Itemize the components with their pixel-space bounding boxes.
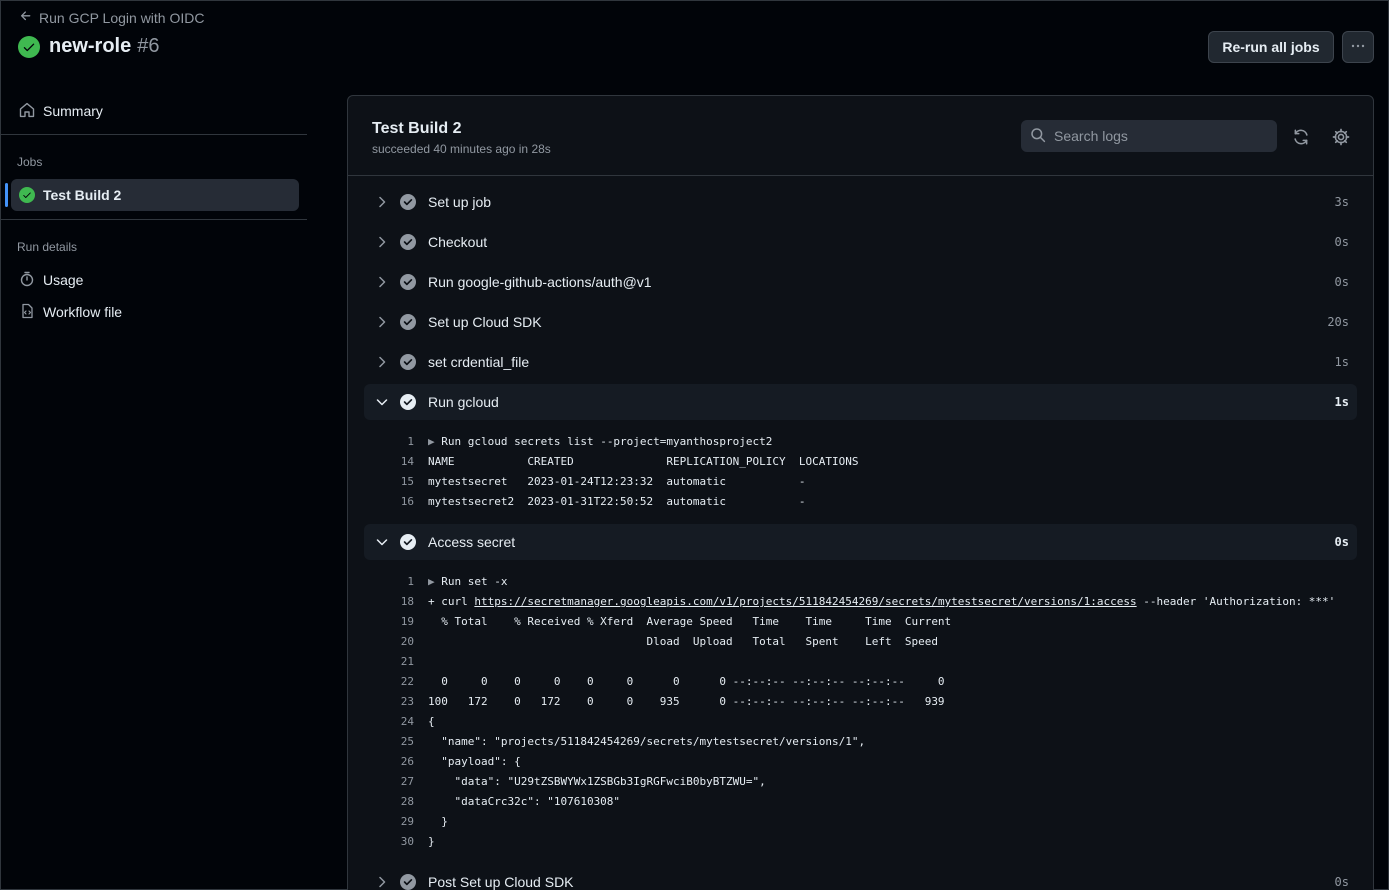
step-set-credential-file[interactable]: set crdential_file 1s	[364, 344, 1357, 380]
log-line: 20 Dload Upload Total Spent Left Speed	[400, 635, 938, 648]
gear-icon[interactable]	[1332, 128, 1350, 146]
step-duration: 1s	[1334, 395, 1349, 409]
chevron-right-icon	[374, 194, 390, 210]
log-line[interactable]: 1 ▶ Run set -x	[364, 572, 1357, 592]
run-number: #6	[137, 35, 160, 57]
sidebar-item-label: Usage	[43, 272, 84, 288]
check-circle-icon	[400, 314, 416, 330]
search-logs-input[interactable]	[1054, 128, 1264, 144]
search-logs-box[interactable]	[1021, 120, 1277, 152]
back-link[interactable]: Run GCP Login with OIDC	[19, 9, 204, 26]
chevron-down-icon	[374, 534, 390, 550]
log-line: 24{	[400, 715, 435, 728]
run-title-row: new-role #6	[18, 35, 160, 58]
run-details-heading: Run details	[17, 240, 78, 254]
log-line: 26 "payload": {	[400, 755, 521, 768]
sidebar-item-label: Summary	[43, 103, 103, 119]
stopwatch-icon	[19, 271, 35, 290]
check-circle-icon	[400, 874, 416, 890]
log-line: 29 }	[400, 815, 448, 828]
step-name: Run gcloud	[428, 394, 499, 410]
run-title: new-role #6	[49, 35, 160, 57]
step-checkout[interactable]: Checkout 0s	[364, 224, 1357, 260]
step-duration: 1s	[1334, 355, 1349, 369]
more-options-button[interactable]	[1342, 31, 1374, 63]
log-line: 25 "name": "projects/511842454269/secret…	[400, 735, 866, 748]
sidebar-item-workflow-file[interactable]: Workflow file	[11, 296, 299, 328]
step-duration: 0s	[1334, 235, 1349, 249]
sidebar-item-usage[interactable]: Usage	[11, 264, 299, 296]
sidebar-divider	[1, 134, 307, 135]
check-circle-icon	[18, 35, 40, 58]
arrow-left-icon	[19, 9, 33, 26]
step-duration: 0s	[1334, 875, 1349, 889]
check-circle-icon	[19, 187, 35, 203]
page-header: Run GCP Login with OIDC new-role #6 Re-ru…	[1, 1, 1389, 81]
step-access-secret[interactable]: Access secret 0s	[364, 524, 1357, 560]
jobs-heading: Jobs	[17, 155, 43, 169]
step-name: Set up Cloud SDK	[428, 314, 542, 330]
check-circle-icon	[400, 274, 416, 290]
check-circle-icon	[400, 534, 416, 550]
triangle-right-icon: ▶	[428, 575, 442, 588]
chevron-right-icon	[374, 874, 390, 890]
kebab-horizontal-icon	[1350, 38, 1366, 57]
search-icon	[1030, 127, 1046, 146]
job-title: Test Build 2	[372, 120, 462, 137]
log-line[interactable]: 1 ▶ Run gcloud secrets list --project=mya…	[364, 432, 1357, 452]
check-circle-icon	[400, 394, 416, 410]
log-line: 22 0 0 0 0 0 0 0 0 --:--:-- --:--:-- --:…	[400, 675, 945, 688]
file-code-icon	[19, 303, 35, 322]
log-line: 28 "dataCrc32c": "107610308"	[400, 795, 621, 808]
step-run-gcloud[interactable]: Run gcloud 1s	[364, 384, 1357, 420]
sidebar-item-summary[interactable]: Summary	[11, 95, 299, 127]
active-indicator	[5, 183, 8, 207]
chevron-right-icon	[374, 354, 390, 370]
rerun-all-jobs-button[interactable]: Re-run all jobs	[1208, 31, 1334, 63]
check-circle-icon	[400, 234, 416, 250]
back-link-label: Run GCP Login with OIDC	[39, 9, 205, 26]
log-line: 21	[400, 655, 414, 668]
log-line: 23 100 172 0 172 0 0 935 0 --:--:-- --:--…	[400, 695, 945, 708]
sidebar-divider	[1, 219, 307, 220]
sidebar-item-label: Test Build 2	[43, 187, 122, 203]
sidebar-item-job[interactable]: Test Build 2	[11, 179, 299, 211]
step-duration: 0s	[1334, 535, 1349, 549]
log-line: 27 "data": "U29tZSBWYWx1ZSBGb3IgRGFwciB0…	[400, 775, 766, 788]
step-name: Run google-github-actions/auth@v1	[428, 274, 652, 290]
job-header: Test Build 2 succeeded 40 minutes ago in…	[348, 96, 1373, 176]
chevron-right-icon	[374, 314, 390, 330]
step-name: Access secret	[428, 534, 516, 550]
log-line: 18 + curl https://secretmanager.googleapi…	[400, 595, 1336, 608]
step-set-up-cloud-sdk[interactable]: Set up Cloud SDK 20s	[364, 304, 1357, 340]
check-circle-icon	[400, 194, 416, 210]
log-line: 14 NAME CREATED REPLICATION_POLICY LOCATI…	[400, 455, 859, 468]
step-duration: 0s	[1334, 275, 1349, 289]
chevron-right-icon	[374, 234, 390, 250]
triangle-right-icon: ▶	[428, 435, 442, 448]
step-name: Post Set up Cloud SDK	[428, 874, 574, 890]
log-line: 30}	[400, 835, 435, 848]
job-status-text: succeeded 40 minutes ago in 28s	[372, 142, 551, 156]
check-circle-icon	[400, 354, 416, 370]
step-name: set crdential_file	[428, 354, 530, 370]
chevron-down-icon	[374, 394, 390, 410]
step-name: Checkout	[428, 234, 488, 250]
step-duration: 20s	[1327, 315, 1349, 329]
log-line: 15 mytestsecret 2023-01-24T12:23:32 autom…	[400, 475, 806, 488]
home-icon	[19, 102, 35, 121]
step-post-set-up-cloud-sdk[interactable]: Post Set up Cloud SDK 0s	[364, 864, 1357, 890]
refresh-icon[interactable]	[1292, 128, 1310, 146]
step-run-auth[interactable]: Run google-github-actions/auth@v1 0s	[364, 264, 1357, 300]
log-url-link[interactable]: https://secretmanager.googleapis.com/v1/…	[474, 595, 1136, 608]
step-duration: 3s	[1334, 195, 1349, 209]
log-line: 16 mytestsecret2 2023-01-31T22:50:52 auto…	[400, 495, 806, 508]
step-set-up-job[interactable]: Set up job 3s	[364, 184, 1357, 220]
chevron-right-icon	[374, 274, 390, 290]
log-line: 19 % Total % Received % Xferd Average Sp…	[400, 615, 952, 628]
job-log-panel: Test Build 2 succeeded 40 minutes ago in…	[347, 95, 1374, 890]
sidebar-item-label: Workflow file	[43, 304, 123, 320]
step-name: Set up job	[428, 194, 492, 210]
